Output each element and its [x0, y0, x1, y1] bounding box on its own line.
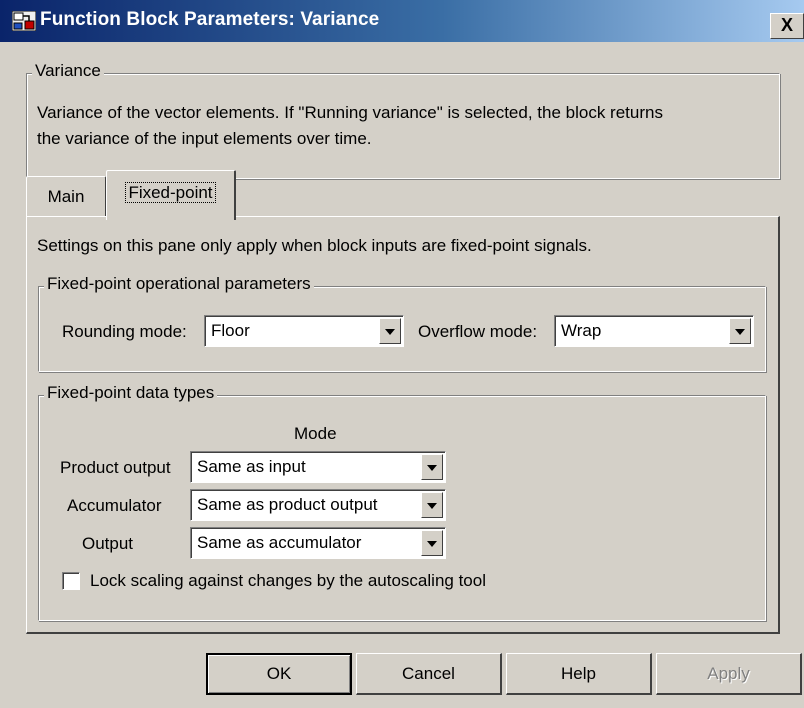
rounding-mode-dropdown-arrow-icon[interactable]: [379, 318, 401, 344]
lock-scaling-checkbox[interactable]: [62, 572, 80, 590]
simulink-block-icon: [12, 11, 36, 31]
overflow-mode-dropdown-arrow-icon[interactable]: [729, 318, 751, 344]
help-button[interactable]: Help: [506, 653, 652, 695]
accumulator-dropdown-arrow-icon[interactable]: [421, 492, 443, 518]
overflow-mode-select[interactable]: Wrap: [554, 315, 754, 347]
tab-fixed-point-label: Fixed-point: [125, 182, 216, 203]
output-mode-value: Same as accumulator: [197, 533, 362, 552]
overflow-mode-label: Overflow mode:: [418, 322, 538, 341]
window-title: Function Block Parameters: Variance: [40, 9, 380, 30]
mode-column-header: Mode: [294, 424, 337, 443]
description-text-line1: Variance of the vector elements. If "Run…: [37, 103, 663, 122]
output-label: Output: [82, 534, 134, 553]
rounding-mode-select[interactable]: Floor: [204, 315, 404, 347]
product-output-label: Product output: [60, 458, 171, 477]
product-output-mode-select[interactable]: Same as input: [190, 451, 446, 483]
accumulator-label: Accumulator: [67, 496, 162, 515]
output-mode-select[interactable]: Same as accumulator: [190, 527, 446, 559]
apply-button[interactable]: Apply: [656, 653, 802, 695]
data-types-label: Fixed-point data types: [44, 383, 218, 403]
description-group-label: Variance: [32, 61, 104, 81]
close-button[interactable]: X: [770, 13, 804, 39]
overflow-mode-value: Wrap: [561, 321, 602, 340]
description-text-line2: the variance of the input elements over …: [37, 129, 372, 148]
accumulator-mode-value: Same as product output: [197, 495, 378, 514]
operational-params-label: Fixed-point operational parameters: [44, 274, 314, 294]
product-output-dropdown-arrow-icon[interactable]: [421, 454, 443, 480]
description-group: [26, 73, 780, 179]
tab-main[interactable]: Main: [26, 176, 106, 216]
panel-intro-text: Settings on this pane only apply when bl…: [37, 236, 592, 255]
ok-button[interactable]: OK: [206, 653, 352, 695]
output-dropdown-arrow-icon[interactable]: [421, 530, 443, 556]
rounding-mode-value: Floor: [211, 321, 250, 340]
lock-scaling-label[interactable]: Lock scaling against changes by the auto…: [90, 571, 486, 591]
tab-main-label: Main: [47, 187, 85, 206]
product-output-mode-value: Same as input: [197, 457, 306, 476]
cancel-button[interactable]: Cancel: [356, 653, 502, 695]
rounding-mode-label: Rounding mode:: [62, 322, 187, 341]
tab-fixed-point[interactable]: Fixed-point: [106, 170, 236, 220]
accumulator-mode-select[interactable]: Same as product output: [190, 489, 446, 521]
